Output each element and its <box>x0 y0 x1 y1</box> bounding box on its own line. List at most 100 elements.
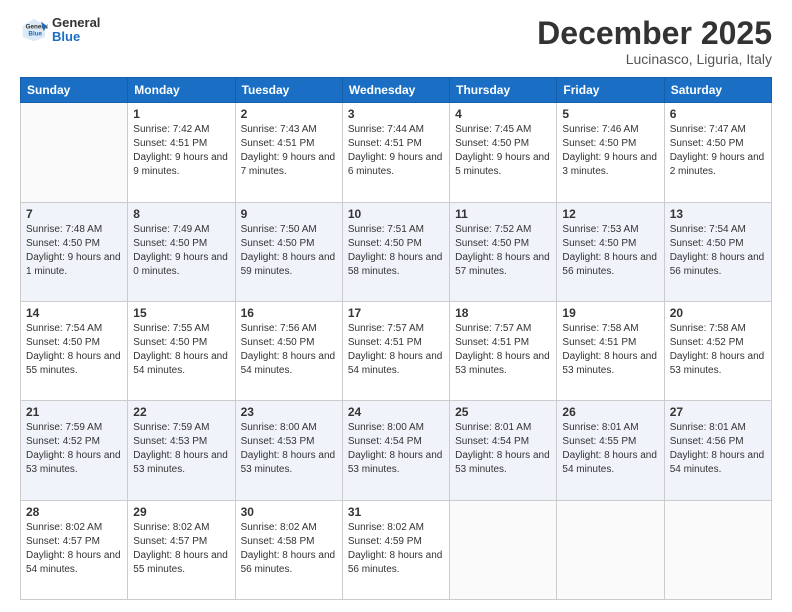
sunrise-text: Sunrise: 7:50 AM <box>241 224 317 235</box>
day-number: 6 <box>670 107 766 121</box>
day-number: 28 <box>26 505 122 519</box>
daylight-text: Daylight: 8 hours and 56 minutes. <box>348 550 443 575</box>
day-number: 27 <box>670 405 766 419</box>
sunrise-text: Sunrise: 7:59 AM <box>133 422 209 433</box>
sunset-text: Sunset: 4:50 PM <box>241 238 315 249</box>
sunset-text: Sunset: 4:53 PM <box>241 436 315 447</box>
day-info: Sunrise: 7:58 AMSunset: 4:51 PMDaylight:… <box>562 322 658 378</box>
daylight-text: Daylight: 8 hours and 54 minutes. <box>133 351 228 376</box>
day-cell: 9Sunrise: 7:50 AMSunset: 4:50 PMDaylight… <box>235 202 342 301</box>
day-cell <box>557 500 664 599</box>
day-number: 3 <box>348 107 444 121</box>
day-number: 22 <box>133 405 229 419</box>
daylight-text: Daylight: 8 hours and 53 minutes. <box>241 450 336 475</box>
sunset-text: Sunset: 4:57 PM <box>26 536 100 547</box>
day-info: Sunrise: 8:02 AM Sunset: 4:59 PM Daylight:… <box>348 521 444 577</box>
day-number: 25 <box>455 405 551 419</box>
daylight-text: Daylight: 9 hours and 5 minutes. <box>455 152 550 177</box>
day-cell: 16 Sunrise: 7:56 AMSunset: 4:50 PMDayligh… <box>235 301 342 400</box>
sunset-text: Sunset: 4:59 PM <box>348 536 422 547</box>
daylight-text: Daylight: 9 hours and 2 minutes. <box>670 152 765 177</box>
day-cell: 20Sunrise: 7:58 AMSunset: 4:52 PMDayligh… <box>664 301 771 400</box>
svg-text:Blue: Blue <box>28 31 42 38</box>
day-cell: 27 Sunrise: 8:01 AMSunset: 4:56 PMDayligh… <box>664 401 771 500</box>
daylight-text: Daylight: 8 hours and 54 minutes. <box>241 351 336 376</box>
day-number: 31 <box>348 505 444 519</box>
sunset-text: Sunset: 4:50 PM <box>133 337 207 348</box>
daylight-text: Daylight: 8 hours and 56 minutes. <box>241 550 336 575</box>
day-info: Sunrise: 7:45 AMSunset: 4:50 PMDaylight:… <box>455 123 551 179</box>
day-info: Sunrise: 8:02 AMSunset: 4:57 PMDaylight:… <box>133 521 229 577</box>
daylight-text: Daylight: 8 hours and 53 minutes. <box>133 450 228 475</box>
day-cell: 4 Sunrise: 7:45 AMSunset: 4:50 PMDaylight… <box>450 103 557 202</box>
day-info: Sunrise: 7:57 AMSunset: 4:51 PMDaylight:… <box>455 322 551 378</box>
daylight-text: Daylight: 8 hours and 58 minutes. <box>348 252 443 277</box>
sunset-text: Sunset: 4:52 PM <box>670 337 744 348</box>
day-cell: 1Sunrise: 7:42 AMSunset: 4:51 PMDaylight… <box>128 103 235 202</box>
daylight-text: Daylight: 8 hours and 53 minutes. <box>455 450 550 475</box>
day-cell <box>664 500 771 599</box>
header: General Blue General Blue December 2025 … <box>20 16 772 67</box>
sunset-text: Sunset: 4:55 PM <box>562 436 636 447</box>
daylight-text: Daylight: 8 hours and 55 minutes. <box>133 550 228 575</box>
week-row-1: 1Sunrise: 7:42 AMSunset: 4:51 PMDaylight… <box>21 103 772 202</box>
day-number: 9 <box>241 207 337 221</box>
sunrise-text: Sunrise: 7:47 AM <box>670 124 746 135</box>
sunrise-text: Sunrise: 7:54 AM <box>670 224 746 235</box>
daylight-text: Daylight: 9 hours and 1 minute. <box>26 252 121 277</box>
daylight-text: Daylight: 8 hours and 54 minutes. <box>670 450 765 475</box>
day-info: Sunrise: 8:00 AMSunset: 4:54 PMDaylight:… <box>348 421 444 477</box>
day-cell <box>450 500 557 599</box>
sunset-text: Sunset: 4:53 PM <box>133 436 207 447</box>
sunrise-text: Sunrise: 7:54 AM <box>26 323 102 334</box>
logo-blue: Blue <box>52 29 80 44</box>
day-cell: 23Sunrise: 8:00 AMSunset: 4:53 PMDayligh… <box>235 401 342 500</box>
daylight-text: Daylight: 8 hours and 56 minutes. <box>562 252 657 277</box>
sunset-text: Sunset: 4:51 PM <box>348 138 422 149</box>
sunset-text: Sunset: 4:57 PM <box>133 536 207 547</box>
sunrise-text: Sunrise: 7:49 AM <box>133 224 209 235</box>
day-cell: 10Sunrise: 7:51 AMSunset: 4:50 PMDayligh… <box>342 202 449 301</box>
weekday-header-saturday: Saturday <box>664 78 771 103</box>
day-info: Sunrise: 8:02 AMSunset: 4:57 PMDaylight:… <box>26 521 122 577</box>
day-info: Sunrise: 7:43 AMSunset: 4:51 PMDaylight:… <box>241 123 337 179</box>
day-number: 24 <box>348 405 444 419</box>
day-cell: 29Sunrise: 8:02 AMSunset: 4:57 PMDayligh… <box>128 500 235 599</box>
week-row-2: 7Sunrise: 7:48 AMSunset: 4:50 PMDaylight… <box>21 202 772 301</box>
sunrise-text: Sunrise: 7:59 AM <box>26 422 102 433</box>
week-row-5: 28Sunrise: 8:02 AMSunset: 4:57 PMDayligh… <box>21 500 772 599</box>
sunset-text: Sunset: 4:50 PM <box>670 238 744 249</box>
sunrise-text: Sunrise: 7:57 AM <box>455 323 531 334</box>
day-info: Sunrise: 7:56 AMSunset: 4:50 PMDaylight:… <box>241 322 337 378</box>
weekday-header-thursday: Thursday <box>450 78 557 103</box>
sunset-text: Sunset: 4:54 PM <box>455 436 529 447</box>
day-info: Sunrise: 8:01 AMSunset: 4:56 PMDaylight:… <box>670 421 766 477</box>
day-cell: 22 Sunrise: 7:59 AM Sunset: 4:53 PM Dayligh… <box>128 401 235 500</box>
sunset-text: Sunset: 4:50 PM <box>562 138 636 149</box>
day-info: Sunrise: 7:57 AMSunset: 4:51 PMDaylight:… <box>348 322 444 378</box>
sunrise-text: Sunrise: 8:01 AM <box>670 422 746 433</box>
daylight-text: Daylight: 8 hours and 57 minutes. <box>455 252 550 277</box>
daylight-text: Daylight: 8 hours and 54 minutes. <box>562 450 657 475</box>
day-number: 26 <box>562 405 658 419</box>
day-number: 16 <box>241 306 337 320</box>
sunrise-text: Sunrise: 8:02 AM <box>348 522 424 533</box>
daylight-text: Daylight: 8 hours and 53 minutes. <box>348 450 443 475</box>
month-title: December 2025 <box>537 16 772 51</box>
sunrise-text: Sunrise: 7:56 AM <box>241 323 317 334</box>
sunset-text: Sunset: 4:51 PM <box>562 337 636 348</box>
day-info: Sunrise: 7:50 AMSunset: 4:50 PMDaylight:… <box>241 223 337 279</box>
day-cell: 31 Sunrise: 8:02 AM Sunset: 4:59 PM Dayligh… <box>342 500 449 599</box>
sunrise-text: Sunrise: 8:01 AM <box>562 422 638 433</box>
day-cell: 13Sunrise: 7:54 AMSunset: 4:50 PMDayligh… <box>664 202 771 301</box>
sunrise-text: Sunrise: 8:02 AM <box>26 522 102 533</box>
day-cell: 8Sunrise: 7:49 AMSunset: 4:50 PMDaylight… <box>128 202 235 301</box>
day-info: Sunrise: 7:44 AMSunset: 4:51 PMDaylight:… <box>348 123 444 179</box>
day-info: Sunrise: 7:51 AMSunset: 4:50 PMDaylight:… <box>348 223 444 279</box>
day-number: 17 <box>348 306 444 320</box>
day-info: Sunrise: 7:59 AM Sunset: 4:53 PM Daylight:… <box>133 421 229 477</box>
day-number: 4 <box>455 107 551 121</box>
title-block: December 2025 Lucinasco, Liguria, Italy <box>537 16 772 67</box>
sunset-text: Sunset: 4:50 PM <box>562 238 636 249</box>
sunrise-text: Sunrise: 7:42 AM <box>133 124 209 135</box>
